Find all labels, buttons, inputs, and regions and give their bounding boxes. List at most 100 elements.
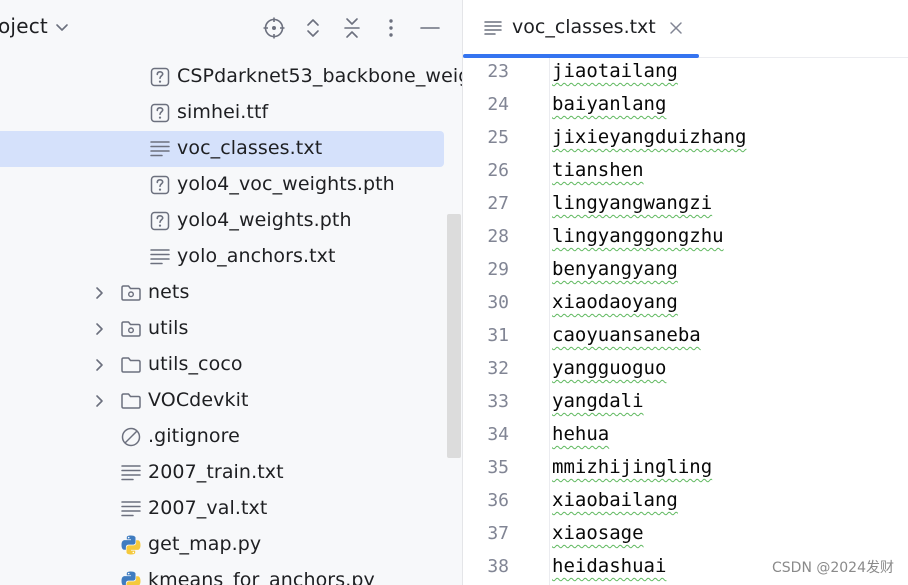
editor-tab-bar: voc_classes.txt xyxy=(463,0,908,58)
code-line[interactable]: 25 jixieyangduizhang xyxy=(463,124,908,157)
python-file-icon xyxy=(120,570,142,585)
tree-item[interactable]: utils_coco xyxy=(0,347,444,383)
minimize-icon[interactable] xyxy=(418,16,442,40)
code-line[interactable]: 37 xiaosage xyxy=(463,520,908,553)
unknown-file-icon xyxy=(149,66,171,88)
tree-item[interactable]: .gitignore xyxy=(0,419,444,455)
tree-item-label: voc_classes.txt xyxy=(177,137,323,159)
package-folder-icon xyxy=(120,318,142,340)
tree-item[interactable]: nets xyxy=(0,275,444,311)
close-icon[interactable] xyxy=(667,19,685,37)
tree-item[interactable]: yolo_anchors.txt xyxy=(0,239,444,275)
line-text[interactable]: lingyanggongzhu xyxy=(552,225,724,247)
code-line[interactable]: 30 xiaodaoyang xyxy=(463,289,908,322)
tree-item-label: yolo4_voc_weights.pth xyxy=(177,173,395,195)
tree-item-label: get_map.py xyxy=(148,533,262,555)
tree-item[interactable]: yolo4_weights.pth xyxy=(0,203,444,239)
line-text[interactable]: yangdali xyxy=(552,390,644,412)
tree-item[interactable]: simhei.ttf xyxy=(0,95,444,131)
line-number: 36 xyxy=(487,490,509,511)
code-line[interactable]: 27 lingyangwangzi xyxy=(463,190,908,223)
line-text[interactable]: tianshen xyxy=(552,159,644,181)
locate-icon[interactable] xyxy=(262,16,286,40)
line-number: 31 xyxy=(487,325,509,346)
code-line[interactable]: 33 yangdali xyxy=(463,388,908,421)
tree-item-label: yolo4_weights.pth xyxy=(177,209,352,231)
watermark: CSDN @2024发财 xyxy=(772,560,894,576)
tree-item[interactable]: VOCdevkit xyxy=(0,383,444,419)
chevron-right-icon[interactable] xyxy=(91,393,107,409)
tree-item-label: VOCdevkit xyxy=(148,389,249,411)
line-number: 34 xyxy=(487,424,509,445)
project-tree-scrollbar[interactable] xyxy=(447,214,461,458)
line-text[interactable]: mmizhijingling xyxy=(552,456,712,478)
tree-item[interactable]: 2007_train.txt xyxy=(0,455,444,491)
code-line[interactable]: 32 yangguoguo xyxy=(463,355,908,388)
tree-item-label: 2007_train.txt xyxy=(148,461,284,483)
line-text[interactable]: xiaodaoyang xyxy=(552,291,678,313)
tree-item[interactable]: kmeans_for_anchors.py xyxy=(0,563,444,585)
tree-item-label: kmeans_for_anchors.py xyxy=(148,569,375,585)
chevron-right-icon[interactable] xyxy=(91,357,107,373)
line-text[interactable]: heidashuai xyxy=(552,555,666,577)
tree-item[interactable]: voc_classes.txt xyxy=(0,131,444,167)
chevron-down-icon[interactable] xyxy=(54,19,70,35)
tab-voc-classes[interactable]: voc_classes.txt xyxy=(463,0,699,58)
text-file-icon xyxy=(483,18,503,38)
line-text[interactable]: jixieyangduizhang xyxy=(552,126,746,148)
python-file-icon xyxy=(120,534,142,556)
line-number: 25 xyxy=(487,127,509,148)
tree-item[interactable]: yolo4_voc_weights.pth xyxy=(0,167,444,203)
tree-item[interactable]: utils xyxy=(0,311,444,347)
editor: voc_classes.txt 23 jiaotailang 24 baiyanlan… xyxy=(463,0,908,585)
code-area[interactable]: 23 jiaotailang 24 baiyanlang 25 jixieyangduiz… xyxy=(463,58,908,585)
code-line[interactable]: 23 jiaotailang xyxy=(463,58,908,91)
line-number: 24 xyxy=(487,94,509,115)
code-line[interactable]: 29 benyangyang xyxy=(463,256,908,289)
code-line[interactable]: 34 hehua xyxy=(463,421,908,454)
unknown-file-icon xyxy=(149,210,171,232)
code-line[interactable]: 28 lingyanggongzhu xyxy=(463,223,908,256)
line-text[interactable]: benyangyang xyxy=(552,258,678,280)
line-text[interactable]: yangguoguo xyxy=(552,357,666,379)
more-vertical-icon[interactable] xyxy=(379,16,403,40)
chevron-right-icon[interactable] xyxy=(91,321,107,337)
expand-collapse-icon[interactable] xyxy=(301,16,325,40)
line-number: 30 xyxy=(487,292,509,313)
line-text[interactable]: jiaotailang xyxy=(552,60,678,82)
collapse-all-icon[interactable] xyxy=(340,16,364,40)
unknown-file-icon xyxy=(149,174,171,196)
tree-item-label: .gitignore xyxy=(148,425,240,447)
tree-item-label: nets xyxy=(148,281,190,303)
line-number: 29 xyxy=(487,259,509,280)
code-line[interactable]: 26 tianshen xyxy=(463,157,908,190)
ignored-file-icon xyxy=(120,426,142,448)
code-line[interactable]: 31 caoyuansaneba xyxy=(463,322,908,355)
tree-item[interactable]: get_map.py xyxy=(0,527,444,563)
code-line[interactable]: 24 baiyanlang xyxy=(463,91,908,124)
code-line[interactable]: 36 xiaobailang xyxy=(463,487,908,520)
folder-icon xyxy=(120,390,142,412)
line-text[interactable]: caoyuansaneba xyxy=(552,324,701,346)
line-number: 27 xyxy=(487,193,509,214)
line-text[interactable]: baiyanlang xyxy=(552,93,666,115)
tree-item[interactable]: CSPdarknet53_backbone_weig xyxy=(0,59,462,95)
code-line[interactable]: 35 mmizhijingling xyxy=(463,454,908,487)
tree-item-label: utils xyxy=(148,317,189,339)
tree-item-label: yolo_anchors.txt xyxy=(177,245,336,267)
text-file-icon xyxy=(149,138,171,160)
unknown-file-icon xyxy=(149,102,171,124)
tree-item[interactable]: 2007_val.txt xyxy=(0,491,444,527)
tree-item-label: simhei.ttf xyxy=(177,101,269,123)
package-folder-icon xyxy=(120,282,142,304)
tab-label: voc_classes.txt xyxy=(512,16,656,38)
line-text[interactable]: hehua xyxy=(552,423,609,445)
line-number: 28 xyxy=(487,226,509,247)
line-text[interactable]: xiaosage xyxy=(552,522,644,544)
tree-item-label: CSPdarknet53_backbone_weig xyxy=(177,65,462,87)
project-panel-title[interactable]: oject xyxy=(0,14,48,38)
line-text[interactable]: xiaobailang xyxy=(552,489,678,511)
text-file-icon xyxy=(120,462,142,484)
chevron-right-icon[interactable] xyxy=(91,285,107,301)
line-text[interactable]: lingyangwangzi xyxy=(552,192,712,214)
